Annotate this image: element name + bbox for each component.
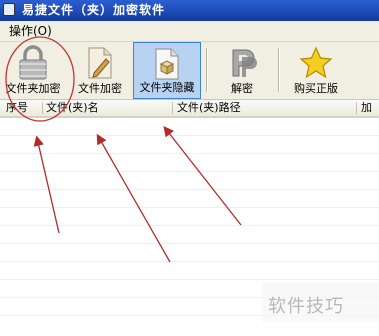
arrow-path-column bbox=[163, 125, 242, 226]
arrow-name-column bbox=[96, 133, 171, 263]
highlight-circle bbox=[5, 36, 75, 122]
arrow-index-column bbox=[33, 135, 60, 234]
watermark-text: 软件技巧 bbox=[268, 296, 344, 317]
